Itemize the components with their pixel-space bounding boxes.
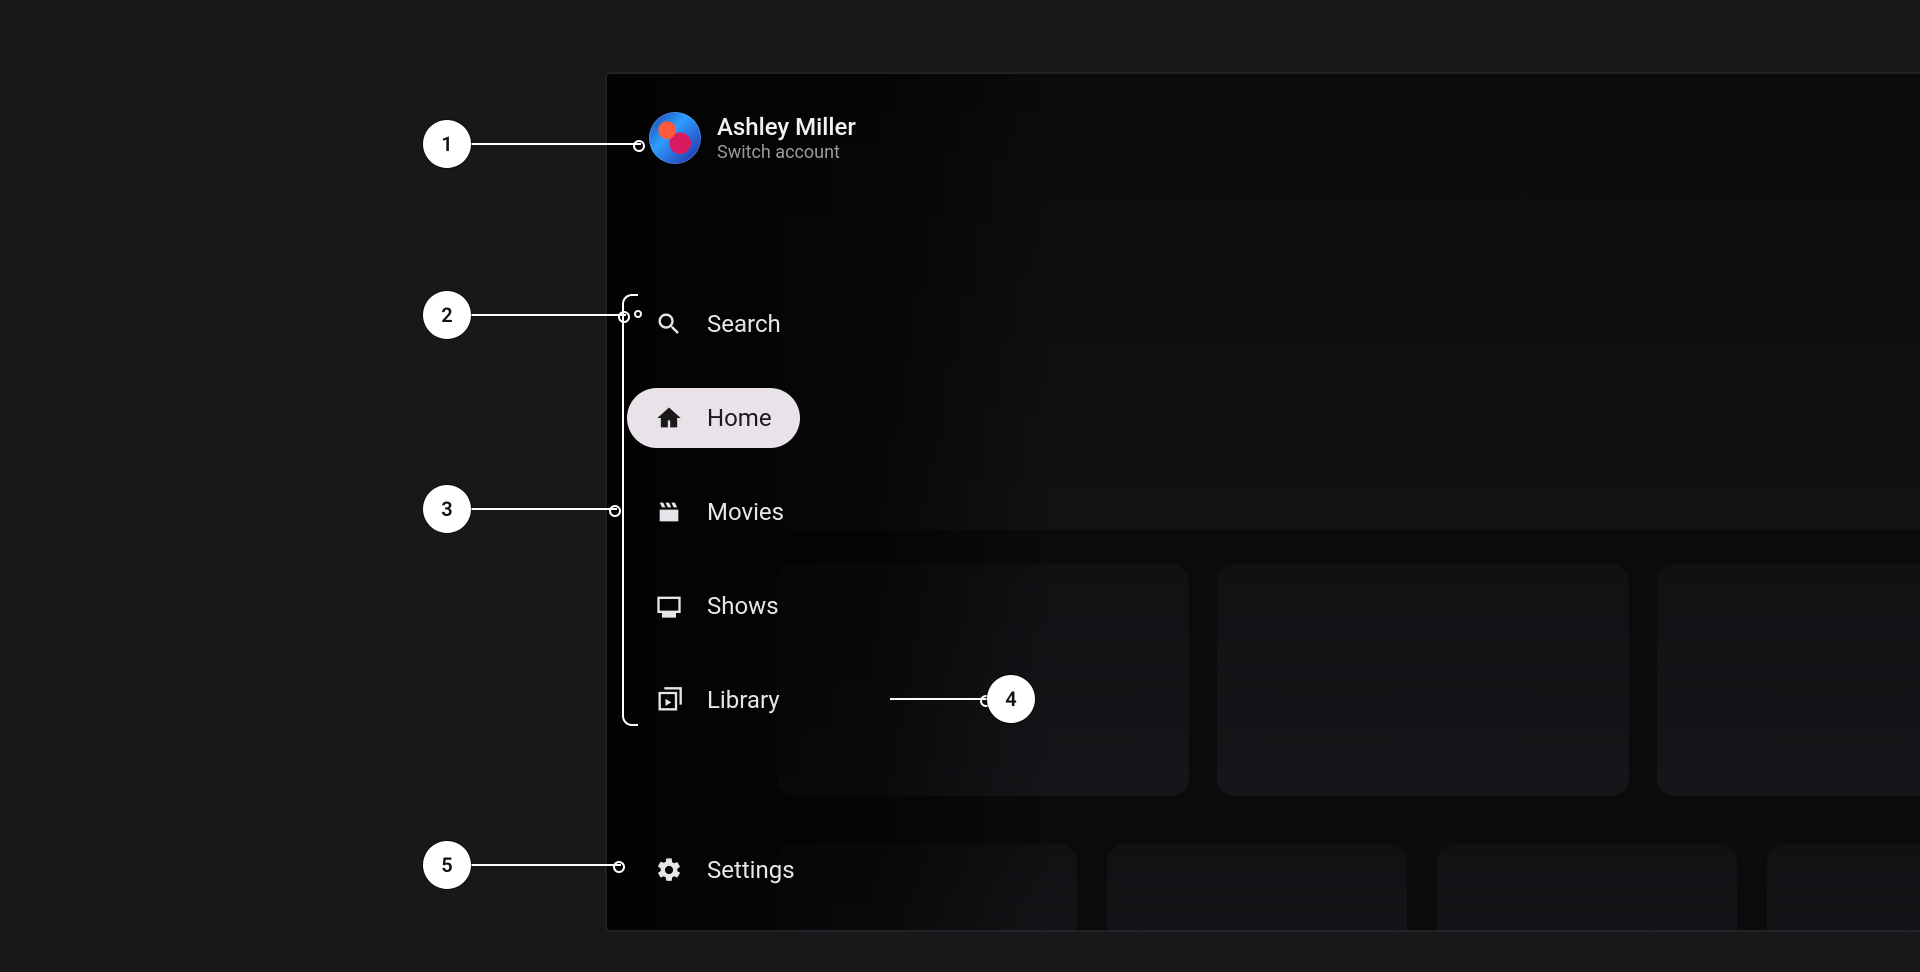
account-switcher[interactable]: Ashley Miller Switch account [607, 106, 1057, 164]
library-icon [655, 686, 683, 714]
bg-tile [1657, 564, 1920, 796]
tv-app-panel: Ashley Miller Switch account Search Home [605, 72, 1920, 932]
nav-item-movies[interactable]: Movies [627, 482, 812, 542]
nav-list: Search Home Movies [607, 294, 1057, 730]
annotation-marker-2: 2 [423, 291, 471, 339]
nav-item-search[interactable]: Search [627, 294, 809, 354]
nav-item-library[interactable]: Library [627, 670, 808, 730]
account-name: Ashley Miller [717, 113, 856, 142]
home-icon [655, 404, 683, 432]
annotation-lead-1 [471, 143, 641, 145]
bg-tile [1767, 844, 1920, 932]
nav-label: Settings [707, 858, 795, 882]
bg-tile [1437, 844, 1737, 932]
annotation-marker-3: 3 [423, 485, 471, 533]
account-subtitle: Switch account [717, 142, 856, 163]
nav-item-settings[interactable]: Settings [627, 840, 823, 900]
nav-item-home[interactable]: Home [627, 388, 800, 448]
nav-label: Library [707, 688, 780, 712]
avatar [649, 112, 701, 164]
page-frame: 1 2 3 4 5 Ashley Miller [0, 0, 1920, 972]
annotation-lead-2 [471, 314, 626, 316]
annotation-marker-5: 5 [423, 841, 471, 889]
annotation-lead-5 [471, 864, 621, 866]
clapper-icon [655, 498, 683, 526]
annotation-marker-1: 1 [423, 120, 471, 168]
nav-item-shows[interactable]: Shows [627, 576, 807, 636]
bg-tile [1107, 844, 1407, 932]
search-icon [655, 310, 683, 338]
bg-tile [1217, 564, 1629, 796]
nav-label: Shows [707, 594, 779, 618]
annotation-lead-4 [890, 698, 988, 700]
annotation-lead-3 [471, 508, 617, 510]
nav-label: Search [707, 312, 781, 336]
nav-label: Movies [707, 500, 784, 524]
annotation-bracket-3 [622, 294, 638, 726]
annotation-marker-4: 4 [987, 675, 1035, 723]
gear-icon [655, 856, 683, 884]
nav-label: Home [707, 406, 772, 430]
tv-icon [655, 592, 683, 620]
nav-drawer: Ashley Miller Switch account Search Home [607, 74, 1057, 930]
annotation-bracket-dot-top [634, 310, 642, 318]
